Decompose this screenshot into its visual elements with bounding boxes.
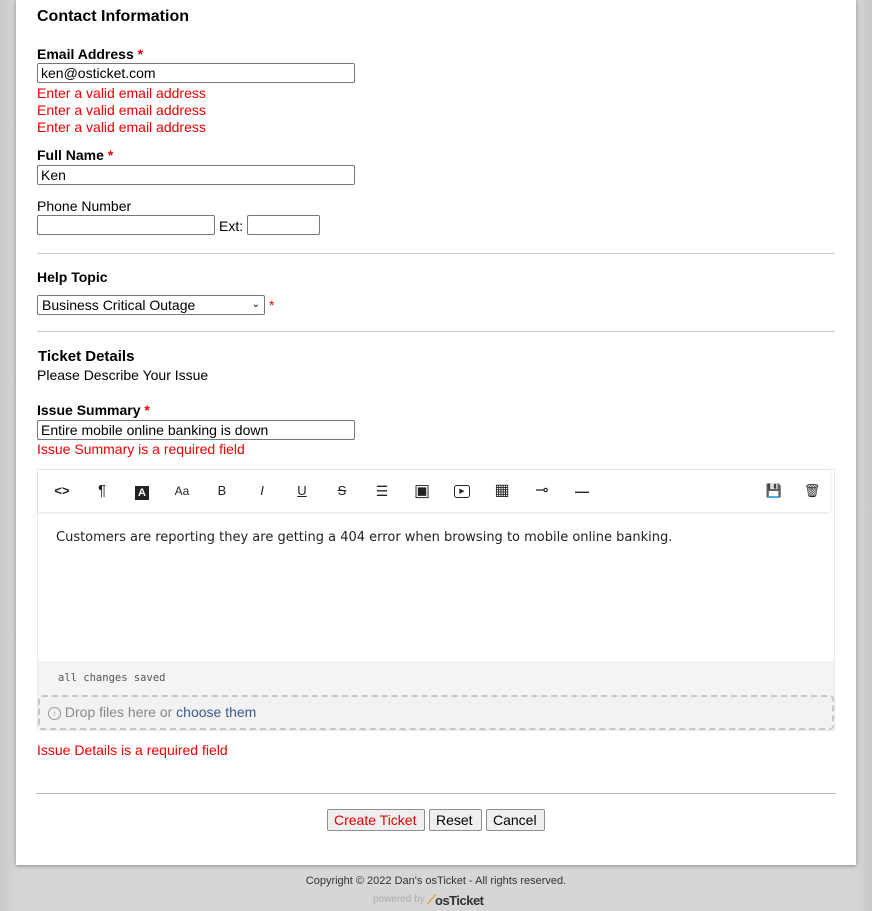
footer-copyright: Copyright © 2022 Dan's osTicket - All ri… [305, 875, 567, 887]
divider [37, 331, 835, 332]
required-mark: * [144, 402, 150, 418]
delete-icon[interactable]: 🗑 [801, 481, 823, 501]
required-mark: * [137, 46, 144, 62]
required-mark: * [107, 147, 114, 163]
issue-summary-label: Issue Summary * [37, 402, 150, 418]
required-mark: * [269, 297, 275, 313]
contact-heading: Contact Information [37, 8, 189, 25]
underline-icon[interactable]: U [291, 481, 313, 501]
upload-icon: ↑ [48, 707, 61, 720]
divider [36, 793, 836, 794]
help-topic-select[interactable]: Business Critical Outage ⌄ [37, 295, 265, 315]
save-icon[interactable]: 💾 [763, 481, 785, 501]
image-icon[interactable]: ▣ [411, 481, 433, 501]
osticket-logo[interactable]: ⟋ osTicket [427, 891, 485, 909]
rich-text-editor: <> ¶ A Aa B I U S ☰ ▣ ▶ ▦ ⊸ — 💾 🗑 Custom… [37, 469, 835, 731]
text-color-icon[interactable]: A [131, 481, 153, 501]
chevron-down-icon: ⌄ [251, 299, 260, 310]
issue-summary-field[interactable]: Entire mobile online banking is down [37, 420, 355, 440]
horizontal-rule-icon[interactable]: — [571, 481, 593, 501]
ticket-form-page: Contact Information Email Address * ken@… [16, 0, 856, 865]
autosave-status: all changes saved [38, 661, 834, 695]
email-field[interactable]: ken@osticket.com [37, 63, 355, 83]
email-error: Enter a valid email address [37, 119, 206, 135]
list-icon[interactable]: ☰ [371, 481, 393, 501]
strikethrough-icon[interactable]: S [331, 481, 353, 501]
powered-by-text: powered by [373, 894, 425, 905]
create-ticket-button[interactable]: Create Ticket [327, 809, 425, 831]
full-name-field[interactable]: Ken [37, 165, 355, 185]
reset-button[interactable]: Reset [429, 809, 482, 831]
full-name-label: Full Name * [37, 147, 114, 163]
italic-icon[interactable]: I [251, 481, 273, 501]
ticket-subheading: Please Describe Your Issue [37, 367, 209, 383]
divider [37, 253, 835, 254]
choose-files-link[interactable]: choose them [176, 704, 256, 720]
ext-field[interactable] [247, 215, 320, 235]
issue-details-error: Issue Details is a required field [37, 742, 228, 758]
bold-icon[interactable]: B [211, 481, 233, 501]
ticket-details-heading: Ticket Details [38, 348, 135, 365]
drop-text: Drop files here or [64, 704, 173, 720]
code-icon[interactable]: <> [51, 481, 73, 501]
file-dropzone[interactable]: ↑ Drop files here or choose them [38, 695, 834, 730]
editor-toolbar: <> ¶ A Aa B I U S ☰ ▣ ▶ ▦ ⊸ — 💾 🗑 [38, 470, 830, 512]
ext-label: Ext: [219, 218, 244, 234]
editor-content[interactable]: Customers are reporting they are getting… [56, 530, 672, 545]
cancel-button[interactable]: Cancel [486, 809, 545, 831]
issue-summary-error: Issue Summary is a required field [37, 441, 245, 457]
email-error: Enter a valid email address [37, 102, 206, 118]
email-error: Enter a valid email address [37, 85, 206, 101]
phone-field[interactable] [37, 215, 215, 235]
font-size-icon[interactable]: Aa [171, 481, 193, 501]
email-label: Email Address * [37, 46, 144, 62]
link-icon[interactable]: ⊸ [531, 481, 553, 501]
paragraph-icon[interactable]: ¶ [91, 481, 113, 501]
video-icon[interactable]: ▶ [451, 481, 473, 501]
help-topic-label: Help Topic [37, 269, 108, 285]
table-icon[interactable]: ▦ [491, 481, 513, 501]
phone-label: Phone Number [37, 198, 132, 214]
